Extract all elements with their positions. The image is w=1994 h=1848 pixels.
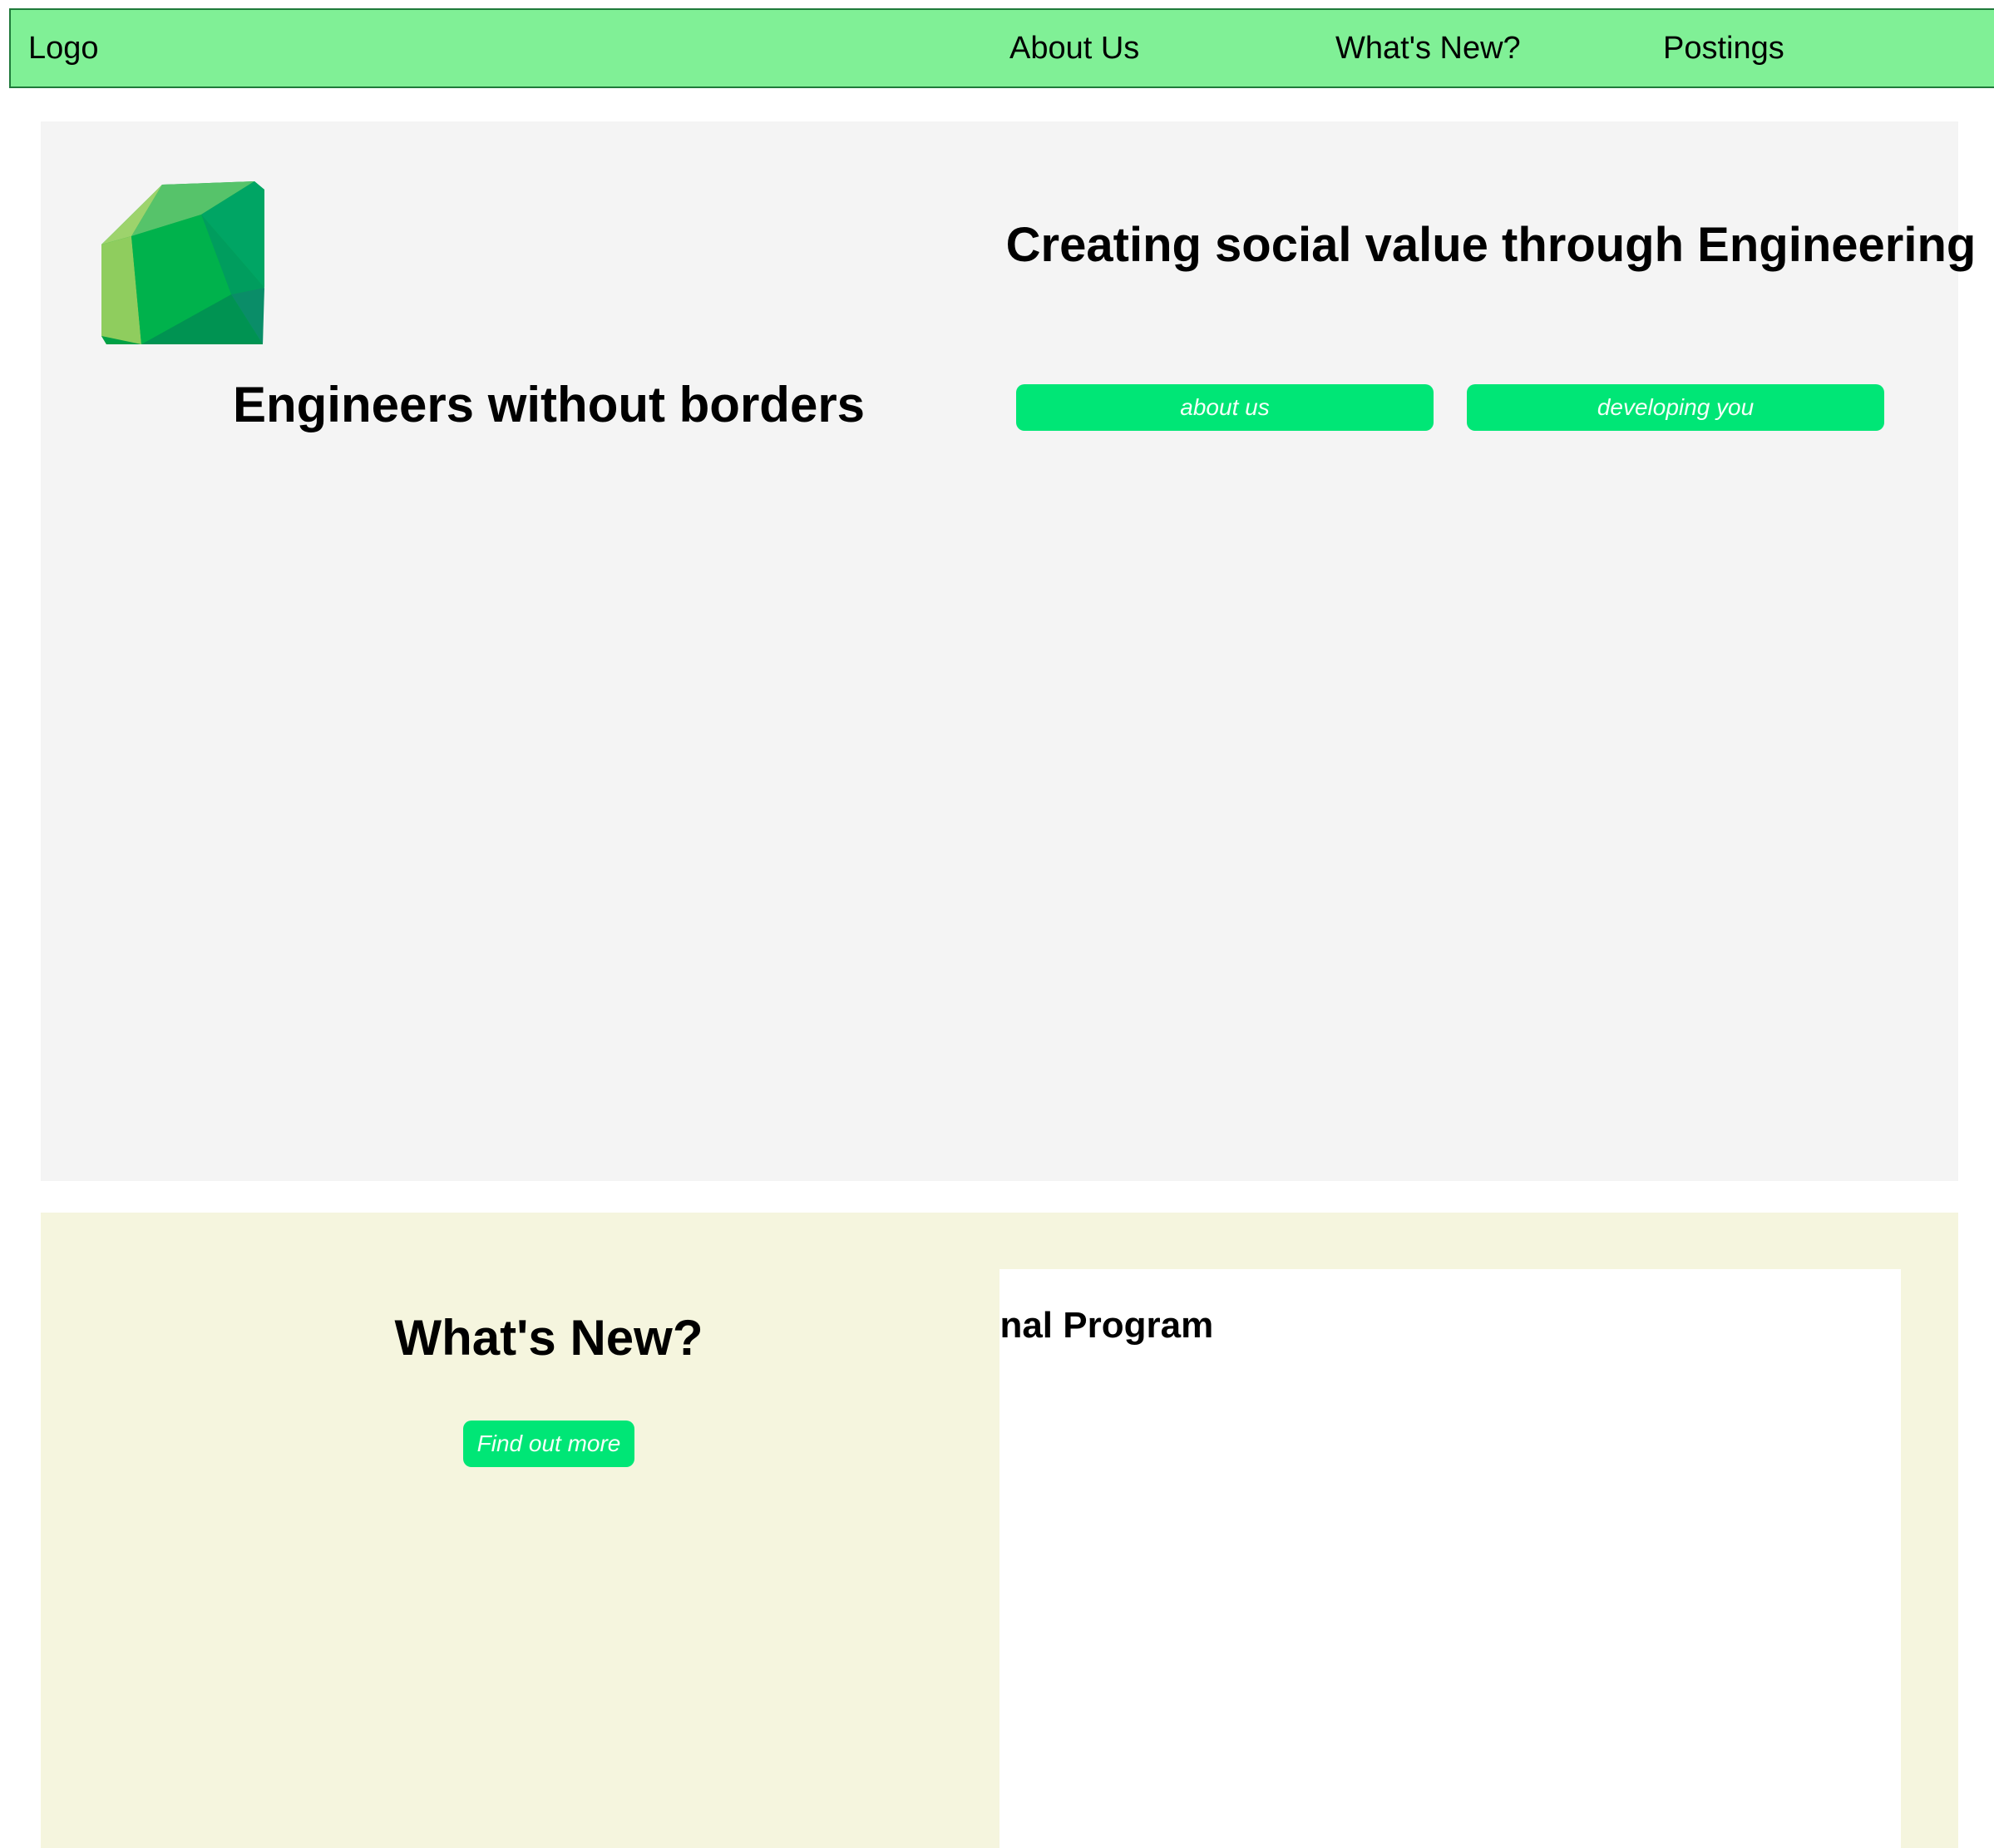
news-panel: International Program: [999, 1269, 1901, 1848]
tagline-heading: Creating social value through Engineerin…: [1005, 218, 1977, 272]
find-out-more-button[interactable]: Find out more: [463, 1421, 634, 1467]
nav-link-whats-new[interactable]: What's New?: [1335, 10, 1521, 86]
green-gem-icon: [101, 181, 264, 344]
org-name-heading: Engineers without borders: [232, 377, 866, 432]
nav-link-about-us[interactable]: About Us: [1009, 10, 1139, 86]
panel-title: International Program: [999, 1305, 1214, 1346]
about-us-button[interactable]: about us: [1016, 384, 1434, 431]
nav-link-postings[interactable]: Postings: [1663, 10, 1784, 86]
hero-section: Engineers without borders Creating socia…: [41, 121, 1976, 1181]
developing-you-button[interactable]: developing you: [1467, 384, 1884, 431]
logo-text[interactable]: Logo: [28, 10, 99, 86]
top-navbar: Logo About Us What's New? Postings: [9, 8, 1994, 88]
whats-new-section: What's New? Find out more International …: [41, 1213, 1958, 1848]
whats-new-heading: What's New?: [394, 1310, 703, 1366]
